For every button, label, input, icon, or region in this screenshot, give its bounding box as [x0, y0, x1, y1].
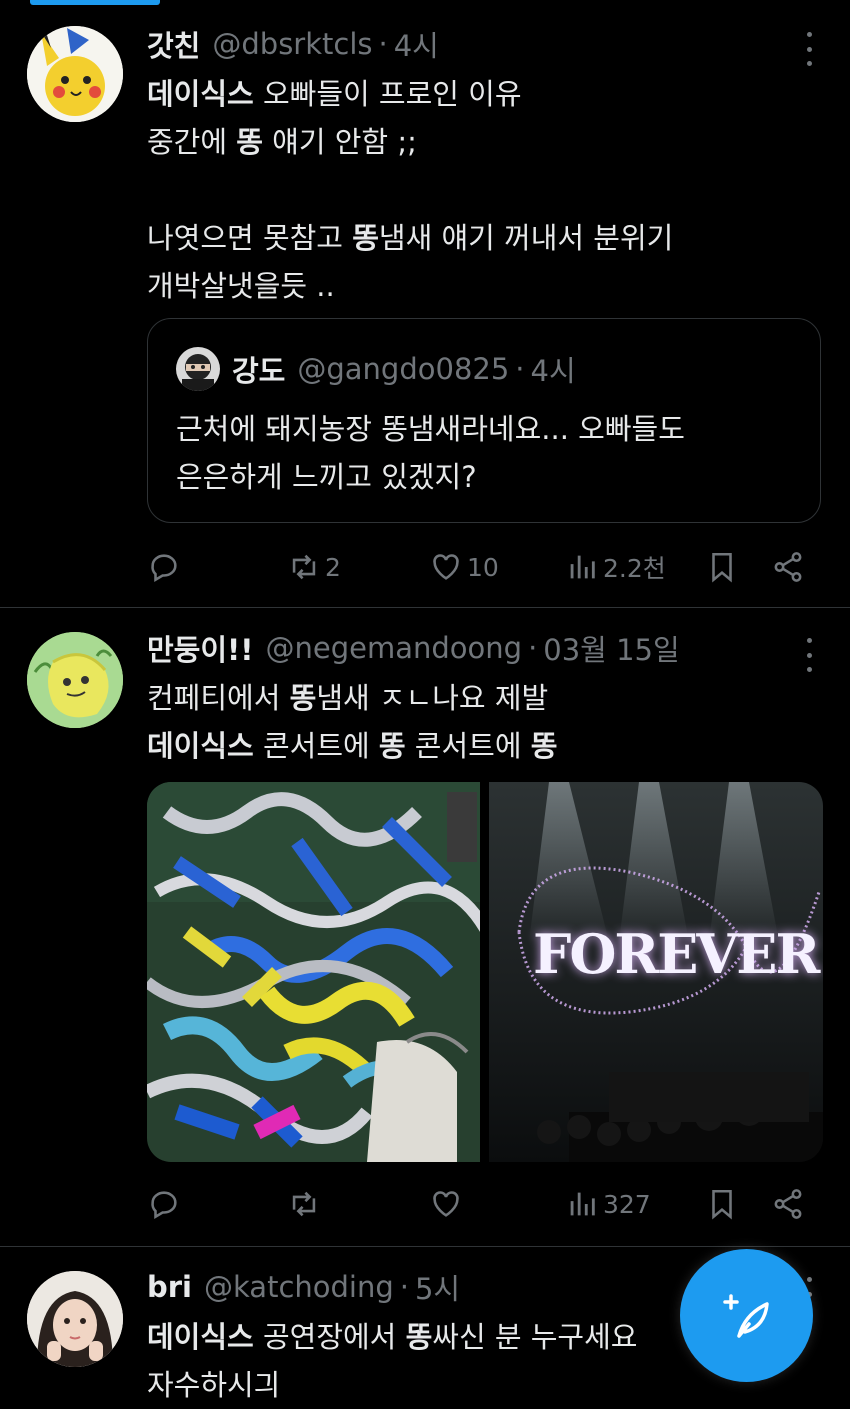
- bookmark-button[interactable]: [705, 1184, 739, 1224]
- share-icon: [774, 1189, 802, 1219]
- reply-icon: [151, 554, 177, 583]
- text-bold: 똥: [236, 125, 263, 159]
- text-segment: 개박살냇을듯 ..: [147, 269, 335, 303]
- tweet-actions: 2 10 2.2천: [147, 547, 817, 587]
- reply-button[interactable]: [147, 547, 181, 587]
- text-segment: 콘서트에: [253, 729, 379, 763]
- media-grid: FOREVER: [147, 782, 823, 1162]
- text-segment: 오빠들이 프로인 이유: [253, 77, 522, 111]
- image-overlay-text: FOREVER: [533, 922, 820, 986]
- retweet-icon: [292, 1191, 316, 1217]
- like-icon: [433, 554, 459, 580]
- retweet-button[interactable]: 2: [287, 547, 341, 587]
- avatar[interactable]: [27, 632, 123, 728]
- text-bold: 데이식스: [147, 77, 254, 111]
- separator-dot: ·: [528, 631, 538, 665]
- text-bold: 데이식스: [147, 1320, 254, 1354]
- timestamp[interactable]: 4시: [394, 23, 439, 65]
- text-bold: 똥: [378, 729, 406, 763]
- display-name[interactable]: 만둥이!!: [147, 627, 254, 669]
- user-handle[interactable]: @negemandoong: [266, 631, 523, 665]
- quote-display-name: 강도: [232, 354, 286, 388]
- text-segment: 얘기 안함 ;;: [262, 125, 417, 159]
- view-count: 327: [603, 1189, 651, 1219]
- like-count: 10: [467, 552, 499, 582]
- avatar[interactable]: [27, 1271, 123, 1367]
- avatar[interactable]: [27, 26, 123, 122]
- text-segment: 냄새 ㅈㄴ나요 제발: [316, 681, 549, 715]
- more-icon[interactable]: [804, 638, 814, 672]
- display-name[interactable]: 갓친: [147, 23, 200, 65]
- quote-line: 근처에 돼지농장 똥냄새라네요... 오빠들도: [176, 412, 685, 446]
- like-button[interactable]: 10: [429, 547, 499, 587]
- reply-button[interactable]: [147, 1184, 181, 1224]
- share-icon: [774, 552, 802, 582]
- bookmark-icon: [712, 552, 732, 583]
- views-icon: [570, 555, 595, 579]
- text-bold: 똥: [405, 1320, 433, 1354]
- retweet-icon: [292, 554, 316, 580]
- timestamp[interactable]: 5시: [415, 1266, 460, 1308]
- user-handle[interactable]: @katchoding: [204, 1270, 394, 1304]
- timestamp[interactable]: 03월 15일: [543, 627, 679, 669]
- user-handle[interactable]: @dbsrktcls: [212, 27, 372, 61]
- tweet-text: 컨페티에서 똥냄새 ㅈㄴ나요 제발 데이식스 콘서트에 똥 콘서트에 똥: [147, 674, 822, 770]
- text-segment: 싸신 분 누구세요: [432, 1320, 638, 1354]
- views-icon: [570, 1192, 595, 1216]
- views-button[interactable]: 327: [565, 1184, 651, 1224]
- compose-icon: [722, 1293, 769, 1338]
- photo-concert-forever[interactable]: FOREVER: [489, 782, 823, 1162]
- quote-user-handle: @gangdo0825: [297, 352, 510, 386]
- quote-line: 은은하게 느끼고 있겠지?: [176, 460, 477, 494]
- tweet-header: 만둥이!! @negemandoong · 03월 15일: [147, 628, 822, 668]
- text-bold: 똥: [289, 681, 317, 715]
- bookmark-button[interactable]: [705, 547, 739, 587]
- text-segment: 자수하시긔: [147, 1368, 281, 1402]
- tweet-header: 갓친 @dbsrktcls · 4시: [147, 24, 822, 64]
- quote-timestamp: 4시: [530, 354, 576, 388]
- tweet[interactable]: 갓친 @dbsrktcls · 4시 데이식스 오빠들이 프로인 이유 중간에 …: [0, 0, 850, 607]
- text-segment: 컨페티에서: [147, 681, 290, 715]
- compose-button[interactable]: [680, 1249, 813, 1382]
- text-bold: 똥: [352, 221, 379, 255]
- text-bold: 데이식스: [147, 729, 254, 763]
- share-button[interactable]: [771, 1184, 805, 1224]
- views-button[interactable]: 2.2천: [565, 547, 666, 587]
- like-icon: [433, 1191, 459, 1217]
- retweet-count: 2: [325, 552, 341, 582]
- more-icon[interactable]: [804, 32, 814, 66]
- text-segment: 공연장에서: [253, 1320, 406, 1354]
- bookmark-icon: [712, 1189, 732, 1220]
- text-segment: 나엿으면 못참고: [147, 221, 353, 255]
- quote-text: 근처에 돼지농장 똥냄새라네요... 오빠들도 은은하게 느끼고 있겠지?: [176, 405, 685, 501]
- reply-icon: [151, 1191, 177, 1220]
- quote-avatar: [176, 347, 220, 391]
- quoted-tweet[interactable]: 강도 @gangdo0825 · 4시 근처에 돼지농장 똥냄새라네요... 오…: [147, 318, 821, 523]
- display-name[interactable]: bri: [147, 1270, 192, 1304]
- text-bold: 똥: [530, 729, 558, 763]
- retweet-button[interactable]: [287, 1184, 321, 1224]
- tweet-text: 데이식스 오빠들이 프로인 이유 중간에 똥 얘기 안함 ;; 나엿으면 못참고…: [147, 70, 822, 310]
- separator-dot: ·: [515, 352, 525, 386]
- like-button[interactable]: [429, 1184, 463, 1224]
- text-segment: 콘서트에: [405, 729, 531, 763]
- separator-dot: ·: [378, 27, 388, 61]
- tweet-actions: 327: [147, 1184, 817, 1224]
- view-count: 2.2천: [603, 554, 666, 583]
- separator-dot: ·: [399, 1270, 409, 1304]
- photo-confetti[interactable]: [147, 782, 480, 1162]
- text-segment: 냄새 얘기 꺼내서 분위기: [378, 221, 674, 255]
- share-button[interactable]: [771, 547, 805, 587]
- text-segment: 중간에: [147, 125, 237, 159]
